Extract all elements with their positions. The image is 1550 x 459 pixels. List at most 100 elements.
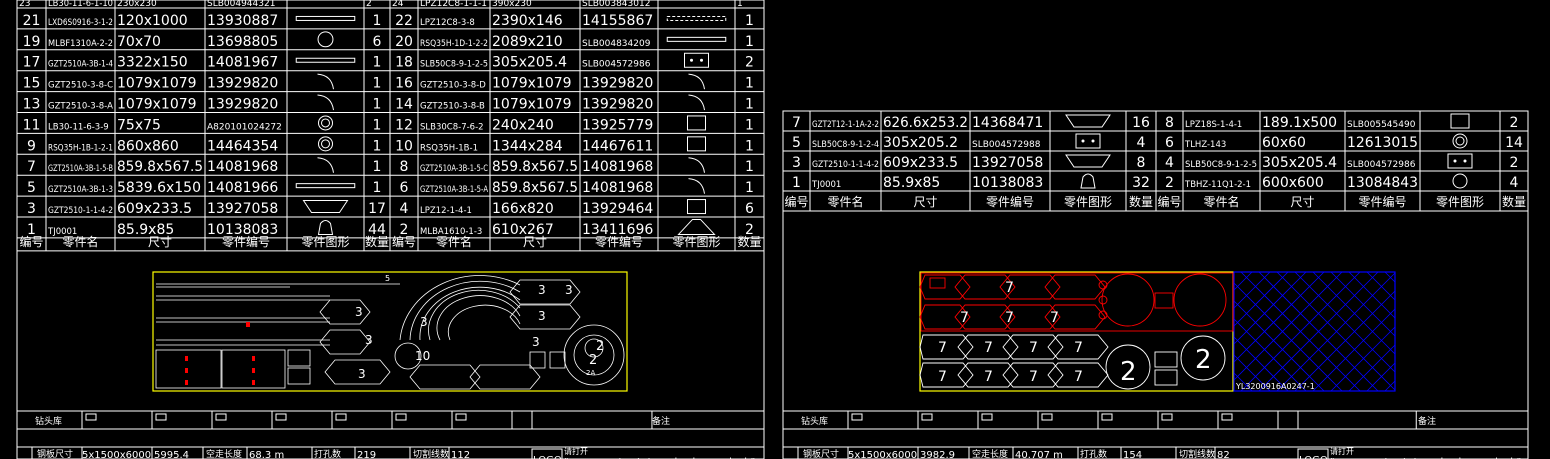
left-table-cell: 1	[373, 55, 382, 71]
left-table-cell: 15	[23, 76, 41, 92]
cad-drawing-canvas[interactable]: 23 LB30-11-6-1-10 230x230 SLB004944321 2 24 LP…	[0, 0, 1550, 459]
left-table-header: 零件图形	[672, 235, 720, 249]
right-table-cell: 6	[1165, 135, 1174, 151]
right-table-cell: 16	[1132, 115, 1150, 131]
nest-label: 3	[365, 333, 373, 347]
left-table-header: 数量	[365, 234, 389, 249]
right-table-cell: 60x60	[1262, 135, 1306, 151]
left-table-cell: 240x240	[492, 117, 554, 133]
left-table-cell: 120x1000	[117, 13, 188, 29]
left-table-header: 编号	[392, 234, 416, 249]
left-table-cell: 859.8x567.5	[117, 159, 203, 175]
left-table-cell: 13929820	[582, 97, 653, 113]
right-table-header: 零件名	[827, 194, 863, 209]
right-table-cell: 305x205.2	[883, 135, 958, 151]
left-table-cell: 17	[23, 55, 41, 71]
footer-open-label: 请打开	[1330, 446, 1354, 456]
footer-logo: LOGO	[1299, 455, 1328, 459]
left-table-cell: 859.8x567.5	[492, 180, 578, 196]
footer-cut-label: 空走长度	[206, 448, 242, 459]
left-table-cell: 13925779	[582, 117, 653, 133]
left-table-header: 零件图形	[301, 235, 349, 249]
left-table-cell: 19	[23, 34, 41, 50]
left-table-cell: RSQ35H-1B-1	[420, 143, 478, 153]
left-table-cell: GZT2510-1-1-4-2	[48, 206, 113, 216]
left-table-cell: 1	[373, 159, 382, 175]
left-table-cell: GZT2510A-3B-1-5-C	[420, 164, 488, 174]
right-table-cell: 609x233.5	[883, 155, 958, 171]
nest-label: 10	[415, 349, 430, 363]
left-table-cell: LXD6S0916-3-1-2	[48, 18, 113, 28]
right-table-cell: 5	[792, 135, 801, 151]
left-table-cell: 1	[745, 76, 754, 92]
right-table-cell: 626.6x253.2	[883, 115, 968, 131]
right-table-cell: 305x205.4	[1262, 155, 1337, 171]
nest-label: 7	[938, 340, 947, 356]
right-table-cell: SLB50C8-9-1-2-4	[812, 140, 879, 150]
right-table-cell: 14	[1505, 135, 1523, 151]
left-table-cell: 2089x210	[492, 34, 563, 50]
left-table-cell: 14081967	[207, 55, 278, 71]
left-table-header: 零件编号	[595, 234, 643, 249]
left-table-cell: GZT2510-3-8-C	[48, 81, 113, 91]
right-table-cell: TJ0001	[811, 180, 841, 190]
left-table-cell: 1	[745, 34, 754, 50]
left-table-cell: 13927058	[207, 201, 278, 217]
left-table-cell: GZT2510-3-8-A	[48, 102, 113, 112]
right-table-cell: 8	[1165, 115, 1174, 131]
left-table-cell: GZT2510A-3B-1-5-A	[420, 185, 488, 195]
left-table-cell: 1344x284	[492, 138, 563, 154]
footer-cut-len: 40.707 m	[1015, 450, 1063, 459]
right-table-header: 数量	[1129, 194, 1153, 209]
left-table-cell: 1	[745, 13, 754, 29]
right-table-cell: 7	[792, 115, 801, 131]
left-table-cell: 1	[745, 180, 754, 196]
remnant-label: YL3200916A0247-1	[1235, 382, 1315, 391]
left-table-cell: RSQ35H-1D-1-2-2	[420, 39, 488, 49]
left-table-cell: 14	[395, 97, 413, 113]
left-table-header: 数量	[737, 234, 761, 249]
left-table-cell: 859.8x567.5	[492, 159, 578, 175]
right-table-cell: 1	[792, 175, 801, 191]
footer-pierce-label: 切割线数	[413, 448, 449, 459]
right-table-header: 零件图形	[1436, 195, 1484, 209]
footer-cut-label: 空走长度	[972, 448, 1008, 459]
right-table-cell: 4	[1165, 155, 1174, 171]
left-table-cell: 17	[368, 201, 386, 217]
nest-label: 3	[532, 335, 540, 349]
left-table-cell: 1079x1079	[117, 97, 197, 113]
right-table-header: 零件编号	[1358, 194, 1406, 209]
right-table-header: 编号	[1157, 194, 1181, 209]
right-table-header: 数量	[1502, 194, 1526, 209]
left-table-cell: 609x233.5	[117, 201, 192, 217]
left-table-cell: LPZ12-1-4-1	[420, 206, 472, 216]
left-table-cell: MLBF1310A-2-2	[48, 39, 113, 49]
right-table-cell: 13084843	[1347, 175, 1418, 191]
left-table-cell: SLB50C8-9-1-2-5	[420, 60, 488, 70]
left-table-cell: 4	[400, 201, 409, 217]
right-table-cell: 32	[1132, 175, 1150, 191]
left-table-cell: 13929820	[207, 76, 278, 92]
right-table-header: 零件名	[1203, 194, 1239, 209]
left-table-header: 编号	[19, 234, 43, 249]
right-table-cell: 10138083	[972, 175, 1043, 191]
right-table-cell: 12613015	[1347, 135, 1418, 151]
left-table-cell: 9	[27, 138, 36, 154]
left-table-cell: 1079x1079	[117, 76, 197, 92]
right-table-cell: 2	[1510, 115, 1519, 131]
left-table-header: 尺寸	[148, 235, 172, 249]
left-table-cell: 18	[395, 55, 413, 71]
right-table-cell: 2	[1510, 155, 1519, 171]
left-table-cell: 21	[23, 13, 41, 29]
left-table-cell: 13929820	[207, 97, 278, 113]
left-table-cell: 13698805	[207, 34, 278, 50]
left-table-cell: 1	[745, 117, 754, 133]
left-table-cell: 1	[373, 180, 382, 196]
left-table-cell: 1	[373, 13, 382, 29]
nest-label: 2	[1120, 357, 1137, 387]
right-table-cell: 4	[1137, 135, 1146, 151]
nest-label: 7	[1029, 340, 1038, 356]
left-table-cell: 13929464	[582, 201, 653, 217]
left-table-cell: 305x205.4	[492, 55, 567, 71]
footer-open-label: 请打开	[564, 446, 588, 456]
